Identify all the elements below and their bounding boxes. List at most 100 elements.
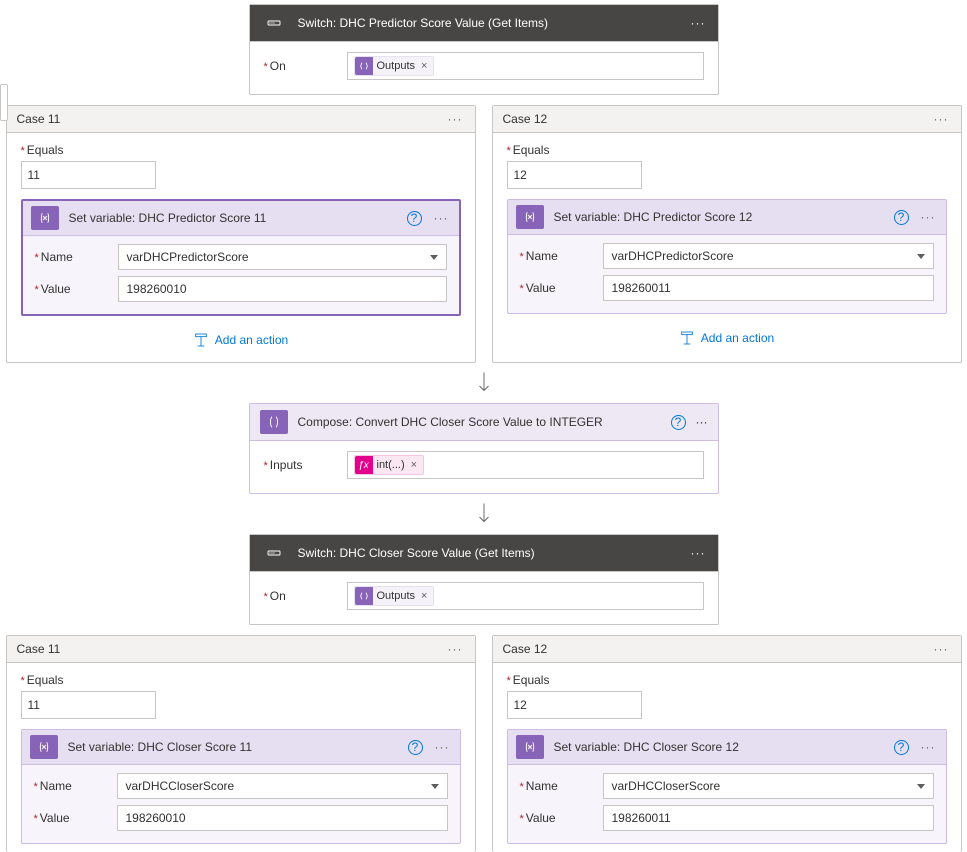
equals-label: Equals bbox=[507, 673, 947, 687]
closer-case-12: Case 12 ··· Equals 12 Set variable: DHC … bbox=[492, 635, 962, 852]
name-select[interactable]: varDHCPredictorScore bbox=[118, 244, 447, 270]
set-variable-title: Set variable: DHC Predictor Score 12 bbox=[554, 210, 884, 224]
name-label: Name bbox=[35, 250, 110, 264]
on-input[interactable]: Outputs × bbox=[347, 52, 704, 80]
value-text: 198260010 bbox=[127, 282, 187, 296]
chevron-down-icon bbox=[431, 784, 439, 789]
switch-icon bbox=[260, 541, 288, 565]
switch-closer-title: Switch: DHC Closer Score Value (Get Item… bbox=[298, 546, 679, 560]
flow-arrow-icon bbox=[0, 371, 967, 395]
more-icon[interactable]: ··· bbox=[689, 546, 708, 560]
add-action-label: Add an action bbox=[701, 331, 774, 345]
name-label: Name bbox=[34, 779, 109, 793]
set-variable-header[interactable]: Set variable: DHC Predictor Score 12 ? ·… bbox=[508, 200, 946, 235]
fx-icon: ƒx bbox=[355, 456, 373, 474]
set-variable-title: Set variable: DHC Closer Score 11 bbox=[68, 740, 398, 754]
add-action-button[interactable]: Add an action bbox=[507, 330, 947, 346]
more-icon[interactable]: ··· bbox=[432, 211, 451, 225]
chip-remove-icon[interactable]: × bbox=[409, 459, 419, 471]
set-variable-title: Set variable: DHC Predictor Score 11 bbox=[69, 211, 397, 225]
more-icon[interactable]: ··· bbox=[446, 112, 465, 126]
set-variable-title: Set variable: DHC Closer Score 12 bbox=[554, 740, 884, 754]
chip-remove-icon[interactable]: × bbox=[419, 590, 429, 602]
help-icon[interactable]: ? bbox=[894, 740, 909, 755]
chevron-down-icon bbox=[917, 784, 925, 789]
more-icon[interactable]: ··· bbox=[932, 642, 951, 656]
set-variable-header[interactable]: Set variable: DHC Closer Score 12 ? ··· bbox=[508, 730, 946, 765]
variable-icon bbox=[31, 206, 59, 230]
value-text: 198260010 bbox=[126, 811, 186, 825]
chip-remove-icon[interactable]: × bbox=[419, 60, 429, 72]
inputs-label: Inputs bbox=[264, 458, 339, 472]
name-select[interactable]: varDHCCloserScore bbox=[603, 773, 934, 799]
equals-input[interactable]: 12 bbox=[507, 161, 642, 189]
help-icon[interactable]: ? bbox=[671, 415, 686, 430]
equals-input[interactable]: 11 bbox=[21, 161, 156, 189]
case-header[interactable]: Case 12 ··· bbox=[493, 106, 961, 133]
set-variable-header[interactable]: Set variable: DHC Predictor Score 11 ? ·… bbox=[23, 201, 459, 236]
name-select[interactable]: varDHCPredictorScore bbox=[603, 243, 934, 269]
switch-closer-header[interactable]: Switch: DHC Closer Score Value (Get Item… bbox=[250, 535, 718, 572]
case-sliver bbox=[0, 84, 8, 121]
outputs-chip-label: Outputs bbox=[377, 590, 416, 602]
chevron-down-icon bbox=[430, 255, 438, 260]
set-variable-card: Set variable: DHC Predictor Score 11 ? ·… bbox=[21, 199, 461, 316]
variable-icon bbox=[516, 205, 544, 229]
value-label: Value bbox=[35, 282, 110, 296]
set-variable-header[interactable]: Set variable: DHC Closer Score 11 ? ··· bbox=[22, 730, 460, 765]
switch-predictor-card: Switch: DHC Predictor Score Value (Get I… bbox=[249, 4, 719, 95]
compose-card: Compose: Convert DHC Closer Score Value … bbox=[249, 403, 719, 494]
more-icon[interactable]: ··· bbox=[689, 16, 708, 30]
more-icon[interactable]: ··· bbox=[433, 740, 452, 754]
value-input[interactable]: 198260010 bbox=[117, 805, 448, 831]
value-text: 198260011 bbox=[612, 281, 671, 295]
equals-label: Equals bbox=[507, 143, 947, 157]
set-variable-card: Set variable: DHC Closer Score 12 ? ··· … bbox=[507, 729, 947, 844]
expression-chip-label: int(...) bbox=[377, 459, 405, 471]
predictor-case-12: Case 12 ··· Equals 12 Set variable: DHC … bbox=[492, 105, 962, 363]
variable-icon bbox=[516, 735, 544, 759]
compose-icon bbox=[260, 410, 288, 434]
help-icon[interactable]: ? bbox=[407, 211, 422, 226]
value-input[interactable]: 198260011 bbox=[603, 275, 934, 301]
equals-label: Equals bbox=[21, 673, 461, 687]
name-value: varDHCCloserScore bbox=[126, 779, 235, 793]
equals-input[interactable]: 12 bbox=[507, 691, 642, 719]
value-input[interactable]: 198260011 bbox=[603, 805, 934, 831]
help-icon[interactable]: ? bbox=[408, 740, 423, 755]
more-icon[interactable]: ··· bbox=[696, 415, 708, 429]
case-header[interactable]: Case 12 ··· bbox=[493, 636, 961, 663]
name-value: varDHCPredictorScore bbox=[612, 249, 734, 263]
case-header[interactable]: Case 11 ··· bbox=[7, 106, 475, 133]
more-icon[interactable]: ··· bbox=[446, 642, 465, 656]
case-title: Case 12 bbox=[503, 112, 922, 126]
inputs-field[interactable]: ƒx int(...) × bbox=[347, 451, 704, 479]
closer-case-11: Case 11 ··· Equals 11 Set variable: DHC … bbox=[6, 635, 476, 852]
case-title: Case 11 bbox=[17, 112, 436, 126]
on-input[interactable]: Outputs × bbox=[347, 582, 704, 610]
value-label: Value bbox=[34, 811, 109, 825]
value-input[interactable]: 198260010 bbox=[118, 276, 447, 302]
flow-arrow-icon bbox=[0, 502, 967, 526]
add-action-label: Add an action bbox=[215, 333, 288, 347]
outputs-chip[interactable]: Outputs × bbox=[354, 586, 435, 606]
name-select[interactable]: varDHCCloserScore bbox=[117, 773, 448, 799]
add-action-button[interactable]: Add an action bbox=[21, 332, 461, 348]
variable-icon bbox=[30, 735, 58, 759]
value-text: 198260011 bbox=[612, 811, 671, 825]
expression-chip[interactable]: ƒx int(...) × bbox=[354, 455, 425, 475]
compose-header[interactable]: Compose: Convert DHC Closer Score Value … bbox=[250, 404, 718, 441]
switch-icon bbox=[260, 11, 288, 35]
predictor-case-11: Case 11 ··· Equals 11 Set variable: DHC … bbox=[6, 105, 476, 363]
case-header[interactable]: Case 11 ··· bbox=[7, 636, 475, 663]
outputs-chip-label: Outputs bbox=[377, 60, 416, 72]
switch-predictor-header[interactable]: Switch: DHC Predictor Score Value (Get I… bbox=[250, 5, 718, 42]
outputs-chip[interactable]: Outputs × bbox=[354, 56, 435, 76]
equals-input[interactable]: 11 bbox=[21, 691, 156, 719]
dynamic-content-icon bbox=[355, 587, 373, 605]
more-icon[interactable]: ··· bbox=[932, 112, 951, 126]
more-icon[interactable]: ··· bbox=[919, 210, 938, 224]
name-value: varDHCCloserScore bbox=[612, 779, 721, 793]
help-icon[interactable]: ? bbox=[894, 210, 909, 225]
more-icon[interactable]: ··· bbox=[919, 740, 938, 754]
